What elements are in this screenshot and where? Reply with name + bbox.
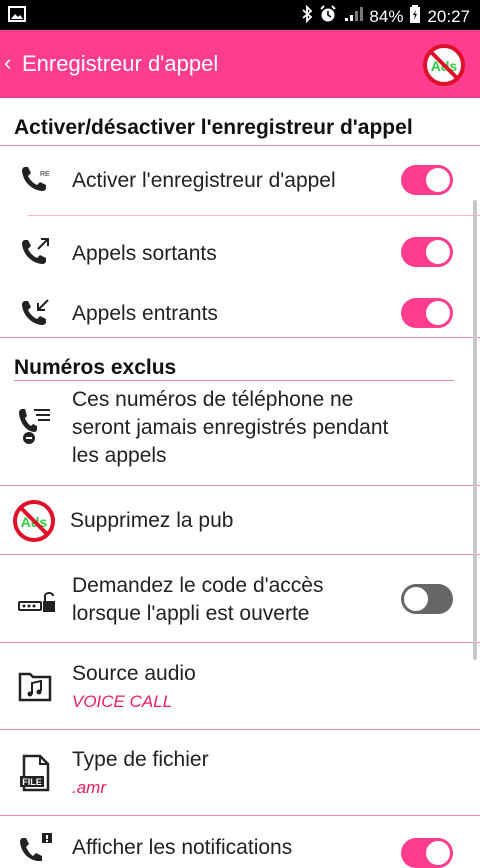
- divider: [0, 145, 480, 146]
- excluded-line-1: Ces numéros de téléphone ne: [72, 388, 354, 411]
- incoming-calls-toggle[interactable]: [401, 298, 453, 328]
- remove-ads-label: Supprimez la pub: [70, 509, 234, 532]
- access-code-toggle[interactable]: [401, 584, 453, 614]
- scrollbar[interactable]: [473, 200, 477, 660]
- divider: [28, 215, 480, 216]
- bluetooth-icon: [301, 4, 313, 28]
- outgoing-calls-label: Appels sortants: [72, 242, 217, 265]
- status-bar: 84% 20:27: [0, 0, 480, 30]
- divider: [0, 337, 480, 338]
- battery-icon: [409, 5, 421, 28]
- recorder-enable-label: Activer l'enregistreur d'appel: [72, 169, 336, 192]
- back-icon[interactable]: ‹: [4, 50, 11, 76]
- divider: [14, 380, 454, 381]
- excluded-line-2: seront jamais enregistrés pendant: [72, 416, 389, 439]
- divider: [0, 485, 480, 486]
- signal-icon: [343, 6, 364, 27]
- image-icon: [8, 6, 26, 27]
- alarm-icon: [319, 5, 337, 28]
- access-code-line-1: Demandez le code d'accès: [72, 574, 324, 597]
- outgoing-call-icon: [20, 235, 52, 272]
- section-header-recorder: Activer/désactiver l'enregistreur d'appe…: [14, 116, 413, 139]
- password-lock-icon: [18, 590, 56, 621]
- divider: [0, 729, 480, 730]
- file-icon-label: FILE: [22, 777, 42, 787]
- divider: [0, 554, 480, 555]
- notification-phone-icon: [18, 832, 54, 867]
- notifications-label: Afficher les notifications: [72, 836, 293, 859]
- page-title: Enregistreur d'appel: [22, 51, 219, 76]
- divider: [0, 815, 480, 816]
- access-code-line-2: lorsque l'appli est ouverte: [72, 602, 310, 625]
- phone-list-icon: [18, 406, 52, 451]
- excluded-line-3: les appels: [72, 444, 167, 467]
- incoming-calls-label: Appels entrants: [72, 302, 218, 325]
- outgoing-calls-toggle[interactable]: [401, 237, 453, 267]
- app-bar: ‹ Enregistreur d'appel Ads: [0, 30, 480, 98]
- audio-source-value: VOICE CALL: [72, 692, 173, 711]
- divider: [0, 642, 480, 643]
- file-type-value: .amr: [72, 778, 106, 797]
- section-header-excluded: Numéros exclus: [14, 356, 177, 379]
- recorder-enable-toggle[interactable]: [401, 165, 453, 195]
- clock: 20:27: [427, 6, 470, 26]
- notifications-toggle[interactable]: [401, 838, 453, 868]
- music-folder-icon: [18, 670, 52, 707]
- battery-percent: 84%: [369, 6, 404, 26]
- no-ads-button[interactable]: Ads: [422, 43, 466, 92]
- phone-rec-icon: REC: [20, 164, 55, 199]
- svg-text:REC: REC: [40, 171, 50, 178]
- file-icon: FILE: [18, 754, 52, 797]
- file-type-label: Type de fichier: [72, 748, 209, 771]
- incoming-call-icon: [20, 296, 52, 333]
- audio-source-label: Source audio: [72, 662, 196, 685]
- no-ads-icon: Ads: [12, 499, 56, 548]
